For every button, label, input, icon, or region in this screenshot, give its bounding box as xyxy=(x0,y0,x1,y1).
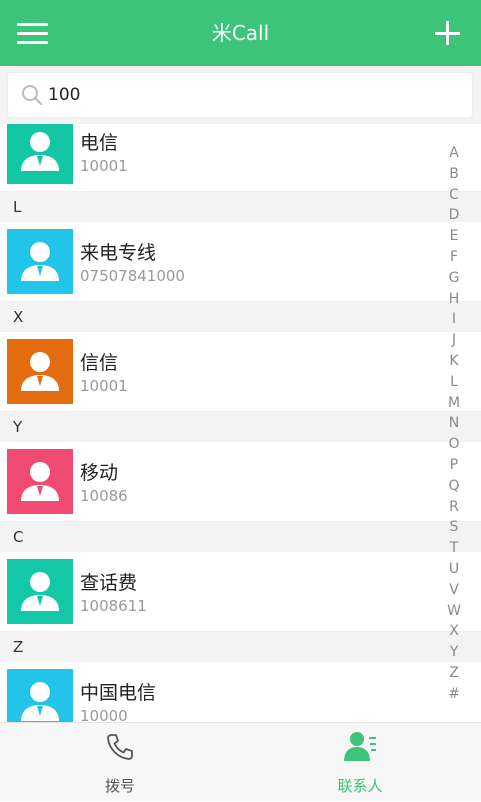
section-header: Z xyxy=(0,632,481,662)
contact-number: 07507841000 xyxy=(80,267,185,285)
alphabet-letter[interactable]: G xyxy=(443,268,465,289)
alphabet-letter[interactable]: F xyxy=(443,247,465,268)
app-title: 米Call xyxy=(211,21,270,45)
avatar xyxy=(7,449,73,514)
avatar xyxy=(7,669,73,722)
avatar xyxy=(7,339,73,404)
alphabet-letter[interactable]: # xyxy=(443,684,465,705)
contact-number: 10086 xyxy=(80,487,128,505)
alphabet-letter[interactable]: O xyxy=(443,434,465,455)
section-header: L xyxy=(0,192,481,222)
tab-dial-label: 拨号 xyxy=(104,777,135,795)
contacts-icon xyxy=(344,732,376,761)
alphabet-letter[interactable]: Y xyxy=(443,642,465,663)
contact-name: 移动 xyxy=(80,462,119,484)
tab-contacts[interactable]: 联系人 xyxy=(240,723,480,802)
contact-list[interactable]: 电信 10001 L 来电专线 07507841000 X 信信 10001 Y 移动 10086 C… xyxy=(0,124,481,722)
contact-row[interactable]: 电信 10001 xyxy=(0,124,481,192)
alphabet-letter[interactable]: A xyxy=(443,143,465,164)
person-icon xyxy=(21,462,59,501)
alphabet-letter[interactable]: I xyxy=(443,309,465,330)
person-icon xyxy=(21,132,59,171)
person-icon xyxy=(21,572,59,611)
contact-name: 来电专线 xyxy=(80,242,157,264)
menu-icon[interactable] xyxy=(14,18,52,48)
alphabet-letter[interactable]: X xyxy=(443,621,465,642)
alphabet-letter[interactable]: Z xyxy=(443,663,465,684)
person-icon xyxy=(21,242,59,281)
alphabet-letter[interactable]: W xyxy=(443,601,465,622)
top-app-bar: 米Call xyxy=(0,0,481,66)
alphabet-letter[interactable]: Q xyxy=(443,476,465,497)
section-header: C xyxy=(0,522,481,552)
alphabet-index[interactable]: A B C D E F G H I J K L M N O P Q R S T U V W X Y Z # xyxy=(443,143,465,705)
contact-row[interactable]: 查话费 1008611 xyxy=(0,552,481,632)
alphabet-letter[interactable]: E xyxy=(443,226,465,247)
person-icon xyxy=(21,682,59,721)
alphabet-letter[interactable]: B xyxy=(443,164,465,185)
add-contact-icon[interactable] xyxy=(430,16,464,50)
bottom-nav: 拨号 联系人 xyxy=(0,722,481,801)
alphabet-letter[interactable]: N xyxy=(443,413,465,434)
search-bar xyxy=(0,66,481,124)
contact-number: 10000 xyxy=(80,707,128,722)
section-header: Y xyxy=(0,412,481,442)
contact-list-inner: 电信 10001 L 来电专线 07507841000 X 信信 10001 Y 移动 10086 C… xyxy=(0,124,481,722)
contact-row[interactable]: 移动 10086 xyxy=(0,442,481,522)
alphabet-letter[interactable]: D xyxy=(443,205,465,226)
person-icon xyxy=(21,352,59,391)
avatar xyxy=(7,559,73,624)
alphabet-letter[interactable]: R xyxy=(443,497,465,518)
alphabet-letter[interactable]: J xyxy=(443,330,465,351)
contact-name: 电信 xyxy=(80,132,119,154)
alphabet-letter[interactable]: K xyxy=(443,351,465,372)
alphabet-letter[interactable]: H xyxy=(443,289,465,310)
contact-name: 查话费 xyxy=(80,572,138,594)
phone-icon xyxy=(107,734,133,760)
alphabet-letter[interactable]: S xyxy=(443,517,465,538)
search-box[interactable] xyxy=(7,72,473,118)
contact-number: 10001 xyxy=(80,377,128,395)
tab-dial[interactable]: 拨号 xyxy=(0,723,240,802)
alphabet-letter[interactable]: P xyxy=(443,455,465,476)
contact-row[interactable]: 信信 10001 xyxy=(0,332,481,412)
alphabet-letter[interactable]: C xyxy=(443,185,465,206)
search-input[interactable] xyxy=(48,79,448,111)
contact-row[interactable]: 中国电信 10000 xyxy=(0,662,481,722)
contact-row[interactable]: 来电专线 07507841000 xyxy=(0,222,481,302)
avatar xyxy=(7,229,73,294)
contact-name: 信信 xyxy=(80,352,119,374)
avatar xyxy=(7,124,73,184)
alphabet-letter[interactable]: U xyxy=(443,559,465,580)
alphabet-letter[interactable]: L xyxy=(443,372,465,393)
contact-number: 1008611 xyxy=(80,597,147,615)
section-header: X xyxy=(0,302,481,332)
tab-contacts-label: 联系人 xyxy=(337,777,383,795)
search-icon xyxy=(22,85,43,106)
contact-number: 10001 xyxy=(80,157,128,175)
alphabet-letter[interactable]: V xyxy=(443,580,465,601)
alphabet-letter[interactable]: T xyxy=(443,538,465,559)
contact-name: 中国电信 xyxy=(80,682,157,704)
alphabet-letter[interactable]: M xyxy=(443,393,465,414)
